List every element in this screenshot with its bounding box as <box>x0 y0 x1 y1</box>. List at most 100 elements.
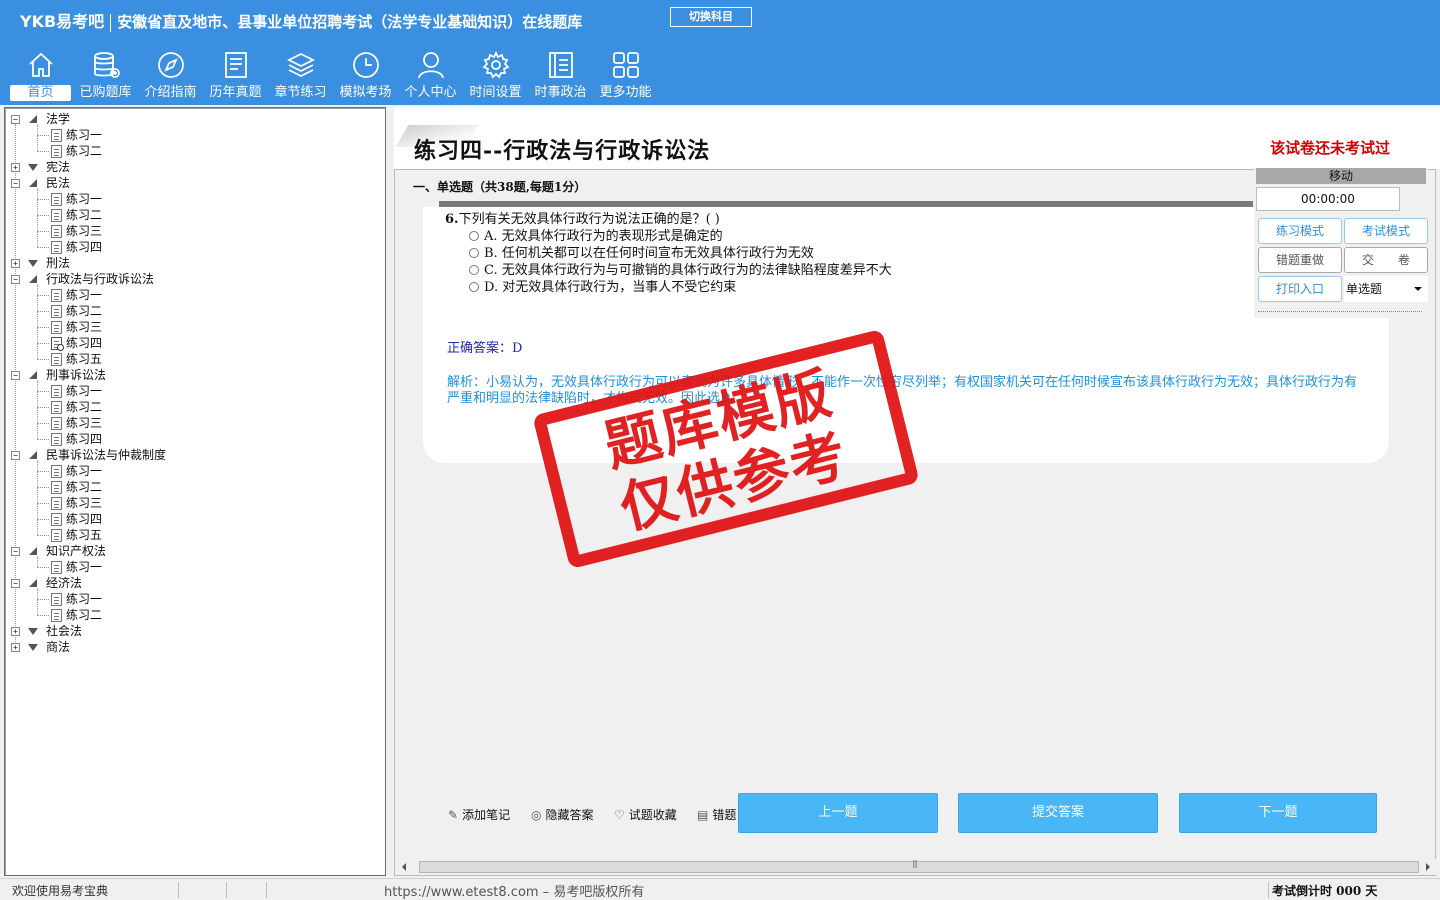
nav-more[interactable]: 更多功能 <box>593 48 658 104</box>
tree-node[interactable]: − 知识产权法 <box>5 543 385 559</box>
favorite-tool[interactable]: ♡ 试题收藏 <box>614 806 677 823</box>
tree-leaf[interactable]: 练习四 <box>5 431 385 447</box>
tree-leaf-label: 练习三 <box>66 416 103 430</box>
tree-connector <box>37 285 38 359</box>
collapse-icon[interactable]: − <box>11 275 20 284</box>
tree-leaf[interactable]: 练习一 <box>5 591 385 607</box>
question-type-select[interactable]: 单选题 <box>1344 276 1428 302</box>
tree-node[interactable]: − 民事诉讼法与仲裁制度 <box>5 447 385 463</box>
option-c[interactable]: C. 无效具体行政行为与可撤销的具体行政行为的法律缺陷程度差异不大 <box>469 259 892 278</box>
tree-leaf[interactable]: 练习三 <box>5 415 385 431</box>
tree-node[interactable]: − 法学 <box>5 111 385 127</box>
question-number: 6. <box>445 212 459 227</box>
tree-leaf[interactable]: 练习三 <box>5 223 385 239</box>
app-title: 安徽省直及地市、县事业单位招聘考试（法学专业基础知识）在线题库 <box>117 13 583 31</box>
redo-wrong-button[interactable]: 错题重做 <box>1258 247 1342 273</box>
expand-icon[interactable]: + <box>11 627 20 636</box>
tree-leaf[interactable]: 练习二 <box>5 607 385 623</box>
submit-answer-button[interactable]: 提交答案 <box>958 793 1158 833</box>
nav-current-affairs[interactable]: 时事政治 <box>528 48 593 104</box>
nav-personal-center-label: 个人中心 <box>404 85 457 100</box>
tree-leaf[interactable]: 练习一 <box>5 463 385 479</box>
tree-node[interactable]: − 刑事诉讼法 <box>5 367 385 383</box>
scroll-thumb[interactable] <box>419 859 1419 873</box>
document-icon <box>51 481 62 494</box>
nav-home[interactable]: 首页 <box>8 48 73 104</box>
collapse-icon[interactable]: − <box>11 115 20 124</box>
option-a-radio[interactable] <box>469 231 479 241</box>
tree-node[interactable]: + 社会法 <box>5 623 385 639</box>
tree-connector <box>37 567 49 568</box>
app-logo: YKB易考吧 <box>20 12 105 31</box>
tree-leaf[interactable]: 练习一 <box>5 127 385 143</box>
option-d-radio[interactable] <box>469 282 479 292</box>
tree-leaf[interactable]: 练习一 <box>5 287 385 303</box>
collapse-icon[interactable]: − <box>11 547 20 556</box>
nav-guide[interactable]: 介绍指南 <box>138 48 203 104</box>
tree-leaf[interactable]: 练习五 <box>5 527 385 543</box>
tree-leaf[interactable]: 练习四 <box>5 335 385 351</box>
tree-leaf[interactable]: 练习三 <box>5 495 385 511</box>
tree-leaf[interactable]: 练习二 <box>5 303 385 319</box>
tree-leaf[interactable]: 练习二 <box>5 399 385 415</box>
nav-past-exams[interactable]: 历年真题 <box>203 48 268 104</box>
tree-leaf[interactable]: 练习二 <box>5 207 385 223</box>
switch-subject-button[interactable]: 切换科目 <box>670 7 752 27</box>
practice-mode-button[interactable]: 练习模式 <box>1258 218 1342 244</box>
horizontal-scrollbar[interactable] <box>396 859 1436 875</box>
tree-connector <box>37 599 49 600</box>
collapse-icon[interactable]: − <box>11 579 20 588</box>
option-b[interactable]: B. 任何机关都可以在任何时间宣布无效具体行政行为无效 <box>469 242 814 261</box>
print-button[interactable]: 打印入口 <box>1258 276 1342 302</box>
nav-purchased[interactable]: 已购题库 <box>73 48 138 104</box>
option-b-radio[interactable] <box>469 248 479 258</box>
option-c-radio[interactable] <box>469 265 479 275</box>
tree-leaf[interactable]: 练习一 <box>5 559 385 575</box>
tree-node-label: 商法 <box>46 640 71 654</box>
expand-icon[interactable]: + <box>11 259 20 268</box>
submit-paper-button[interactable]: 交 卷 <box>1344 247 1428 273</box>
nav-chapter-practice[interactable]: 章节练习 <box>268 48 333 104</box>
expand-icon[interactable]: + <box>11 163 20 172</box>
add-note-tool[interactable]: ✎ 添加笔记 <box>448 806 510 823</box>
tree-leaf[interactable]: 练习三 <box>5 319 385 335</box>
document-icon <box>51 529 62 542</box>
nav-time-settings[interactable]: 时间设置 <box>463 48 528 104</box>
triangle-open-icon <box>29 579 37 587</box>
tree-node[interactable]: + 刑法 <box>5 255 385 271</box>
nav-time-settings-label: 时间设置 <box>469 85 522 100</box>
option-a[interactable]: A. 无效具体行政行为的表现形式是确定的 <box>469 225 723 244</box>
scroll-right-icon[interactable] <box>1426 863 1430 871</box>
collapse-icon[interactable]: − <box>11 179 20 188</box>
tree-leaf[interactable]: 练习二 <box>5 143 385 159</box>
nav-personal-center[interactable]: 个人中心 <box>398 48 463 104</box>
tree-leaf[interactable]: 练习一 <box>5 383 385 399</box>
nav-mock-exam[interactable]: 模拟考场 <box>333 48 398 104</box>
tree-leaf[interactable]: 练习四 <box>5 239 385 255</box>
document-icon <box>51 225 62 238</box>
tree-leaf[interactable]: 练习五 <box>5 351 385 367</box>
scroll-left-icon[interactable] <box>402 863 406 871</box>
option-d[interactable]: D. 对无效具体行政行为，当事人不受它约束 <box>469 276 736 295</box>
prev-question-button[interactable]: 上一题 <box>738 793 938 833</box>
wrong-book-tool[interactable]: ▤ 错题 <box>697 806 736 823</box>
move-handle[interactable]: 移动 <box>1256 168 1426 184</box>
triangle-open-icon <box>29 451 37 459</box>
tree-node[interactable]: + 宪法 <box>5 159 385 175</box>
tree-connector <box>37 615 49 616</box>
tree-leaf[interactable]: 练习四 <box>5 511 385 527</box>
exam-mode-button[interactable]: 考试模式 <box>1344 218 1428 244</box>
hide-answer-tool[interactable]: ◎ 隐藏答案 <box>531 806 594 823</box>
tree-node[interactable]: + 商法 <box>5 639 385 655</box>
main-nav: 首页 已购题库 介绍指南 历年真题 章节练习 模拟考场 个人中心 时间设置 时事… <box>8 48 658 104</box>
tree-leaf[interactable]: 练习一 <box>5 191 385 207</box>
tree-leaf[interactable]: 练习二 <box>5 479 385 495</box>
next-question-button[interactable]: 下一题 <box>1179 793 1377 833</box>
collapse-icon[interactable]: − <box>11 451 20 460</box>
expand-icon[interactable]: + <box>11 643 20 652</box>
tree-connector <box>37 471 49 472</box>
collapse-icon[interactable]: − <box>11 371 20 380</box>
tree-node[interactable]: − 行政法与行政诉讼法 <box>5 271 385 287</box>
tree-node[interactable]: − 民法 <box>5 175 385 191</box>
tree-node[interactable]: − 经济法 <box>5 575 385 591</box>
